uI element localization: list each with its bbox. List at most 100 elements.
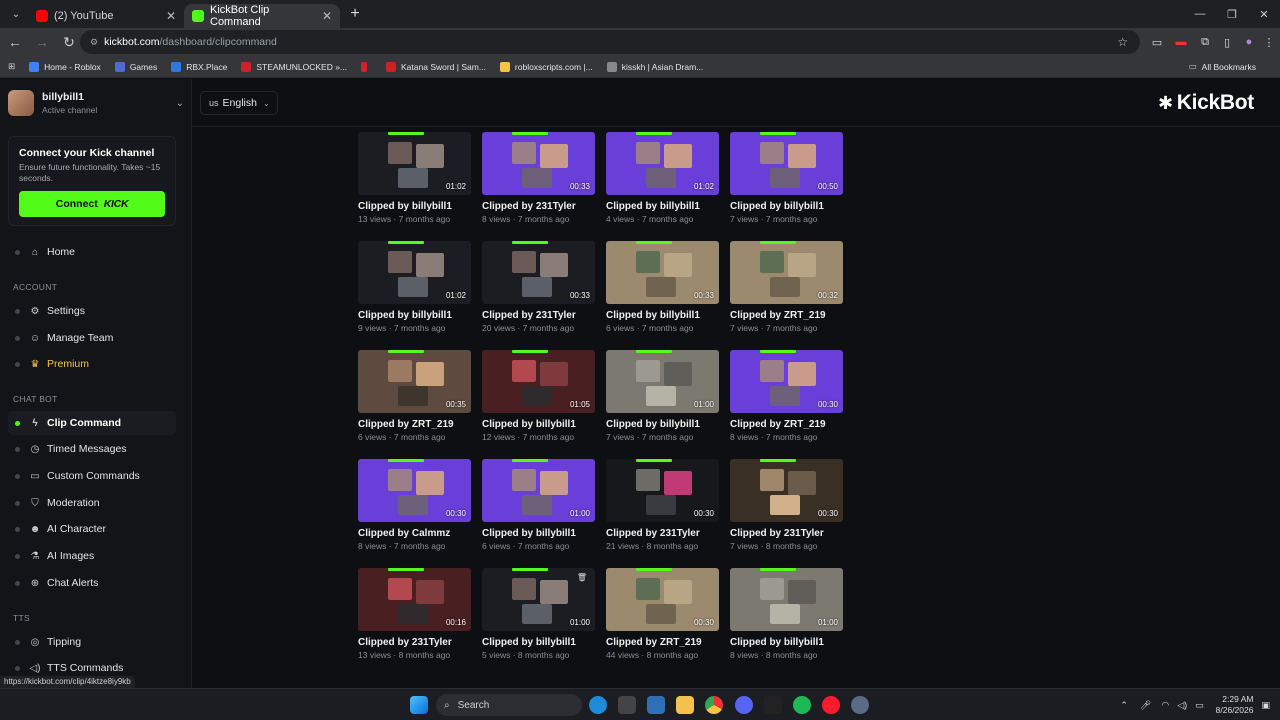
settings-icon[interactable] (851, 696, 869, 714)
clip-thumbnail[interactable]: 01:00 (606, 350, 719, 413)
extension-icon[interactable]: ▭ (1146, 28, 1168, 56)
clip-thumbnail[interactable]: 00:33 (482, 132, 595, 195)
clip-thumbnail[interactable]: 00:30 (730, 459, 843, 522)
clip-card[interactable]: 00:30 Clipped by 231Tyler 21 views · 8 mon… (606, 459, 719, 568)
close-tab-icon[interactable]: ✕ (166, 9, 176, 23)
clip-thumbnail[interactable]: 00:33 (482, 241, 595, 304)
sidebar-item-ai-images[interactable]: ⚗ AI Images (8, 544, 176, 568)
taskbar-search[interactable]: ⌕ Search (436, 694, 582, 716)
clip-title[interactable]: Clipped by 231Tyler (730, 528, 843, 539)
notifications-icon[interactable]: ▣ (1261, 700, 1270, 711)
clip-card[interactable]: 00:35 Clipped by ZRT_219 6 views · 7 month… (358, 350, 471, 459)
file-explorer-icon[interactable] (676, 696, 694, 714)
clip-card[interactable]: 01:02 Clipped by billybill1 13 views · 7 m… (358, 132, 471, 241)
sidebar-item-manage-team[interactable]: ☺ Manage Team (8, 326, 176, 350)
discord-icon[interactable] (735, 696, 753, 714)
bookmark-item[interactable]: kisskh | Asian Dram... (606, 61, 703, 72)
clip-thumbnail[interactable]: 01:02 (358, 241, 471, 304)
clip-title[interactable]: Clipped by Calmmz (358, 528, 471, 539)
close-window-icon[interactable]: ✕ (1248, 0, 1280, 28)
sidebar-item-moderation[interactable]: ⛉ Moderation (8, 491, 176, 515)
sidebar-item-tipping[interactable]: ◎ Tipping (8, 630, 176, 654)
clip-title[interactable]: Clipped by billybill1 (358, 201, 471, 212)
new-tab-icon[interactable]: + (344, 3, 366, 25)
battery-icon[interactable]: ▭ (1195, 700, 1204, 711)
clip-title[interactable]: Clipped by billybill1 (358, 310, 471, 321)
clip-thumbnail[interactable]: 01:02 (606, 132, 719, 195)
bookmark-item[interactable]: RBX.Place (171, 61, 227, 72)
language-select[interactable]: us English ⌄ (200, 91, 278, 115)
extensions-puzzle-icon[interactable]: ⧉ (1194, 28, 1216, 56)
clip-title[interactable]: Clipped by 231Tyler (606, 528, 719, 539)
connect-kick-button[interactable]: Connect KICK (19, 191, 165, 217)
bookmark-item[interactable] (361, 61, 372, 72)
windows-start-icon[interactable] (410, 696, 428, 714)
kickbot-logo[interactable]: ✱ KickBot (1158, 91, 1254, 115)
clip-title[interactable]: Clipped by billybill1 (730, 201, 843, 212)
clip-card[interactable]: 00:30 Clipped by 231Tyler 7 views · 8 mont… (730, 459, 843, 568)
clip-thumbnail[interactable]: 01:00 (730, 568, 843, 631)
app-icon[interactable] (618, 696, 636, 714)
sidepanel-icon[interactable]: ▯ (1216, 28, 1238, 56)
clip-thumbnail[interactable]: 00:35 (358, 350, 471, 413)
sidebar-item-timed-messages[interactable]: ◷ Timed Messages (8, 437, 176, 461)
clip-card[interactable]: 01:00 Clipped by billybill1 8 views · 8 mo… (730, 568, 843, 677)
bookmark-star-icon[interactable]: ☆ (1117, 35, 1128, 49)
clip-thumbnail[interactable]: 00:16 (358, 568, 471, 631)
profile-avatar-icon[interactable]: ● (1238, 28, 1260, 56)
clip-card[interactable]: 🗑︎ 01:00 Clipped by billybill1 5 views · 8 … (482, 568, 595, 677)
clip-card[interactable]: 00:50 Clipped by billybill1 7 views · 7 mo… (730, 132, 843, 241)
clip-title[interactable]: Clipped by billybill1 (482, 528, 595, 539)
store-icon[interactable] (647, 696, 665, 714)
clip-card[interactable]: 01:00 Clipped by billybill1 6 views · 7 mo… (482, 459, 595, 568)
clip-thumbnail[interactable]: 01:00 (482, 459, 595, 522)
tab-search-icon[interactable]: ⌄ (4, 3, 28, 25)
clip-card[interactable]: 01:05 Clipped by billybill1 12 views · 7 m… (482, 350, 595, 459)
clip-title[interactable]: Clipped by ZRT_219 (606, 637, 719, 648)
clip-thumbnail[interactable]: 🗑︎ 01:00 (482, 568, 595, 631)
volume-icon[interactable]: ◁) (1177, 700, 1187, 711)
clip-thumbnail[interactable]: 00:30 (606, 568, 719, 631)
clip-title[interactable]: Clipped by 231Tyler (358, 637, 471, 648)
clip-title[interactable]: Clipped by 231Tyler (482, 201, 595, 212)
clip-title[interactable]: Clipped by billybill1 (606, 310, 719, 321)
bookmark-item[interactable]: robloxscripts.com |... (499, 61, 593, 72)
bookmark-item[interactable]: Katana Sword | Sam... (386, 61, 486, 72)
tab-kickbot[interactable]: KickBot Clip Command ✕ (184, 4, 340, 28)
clip-card[interactable]: 00:16 Clipped by 231Tyler 13 views · 8 mon… (358, 568, 471, 677)
clip-title[interactable]: Clipped by ZRT_219 (730, 310, 843, 321)
sidebar-item-ai-character[interactable]: ☻ AI Character (8, 517, 176, 541)
clip-thumbnail[interactable]: 00:30 (606, 459, 719, 522)
clip-title[interactable]: Clipped by billybill1 (606, 419, 719, 430)
sidebar-item-premium[interactable]: ♛ Premium (8, 352, 176, 376)
clip-card[interactable]: 01:02 Clipped by billybill1 4 views · 7 mo… (606, 132, 719, 241)
forward-icon[interactable]: → (30, 30, 54, 54)
site-info-icon[interactable]: ⚙ (90, 37, 98, 48)
browser-menu-icon[interactable]: ⋮ (1258, 28, 1280, 56)
clip-card[interactable]: 00:33 Clipped by billybill1 6 views · 7 mo… (606, 241, 719, 350)
sidebar-item-clip-command[interactable]: ϟ Clip Command (8, 411, 176, 435)
clip-title[interactable]: Clipped by billybill1 (606, 201, 719, 212)
clip-card[interactable]: 00:32 Clipped by ZRT_219 7 views · 7 month… (730, 241, 843, 350)
clip-title[interactable]: Clipped by billybill1 (482, 419, 595, 430)
reload-icon[interactable]: ↻ (57, 30, 81, 54)
clip-title[interactable]: Clipped by billybill1 (482, 637, 595, 648)
apps-grid-icon[interactable]: ⊞ (8, 61, 15, 72)
clip-thumbnail[interactable]: 00:30 (730, 350, 843, 413)
bookmark-item[interactable]: STEAMUNLOCKED »... (241, 61, 347, 72)
clip-thumbnail[interactable]: 00:30 (358, 459, 471, 522)
bookmark-item[interactable]: Home - Roblox (29, 61, 101, 72)
clip-title[interactable]: Clipped by billybill1 (730, 637, 843, 648)
wifi-icon[interactable]: ◠ (1161, 700, 1169, 711)
restore-icon[interactable]: ❐ (1216, 0, 1248, 28)
clip-card[interactable]: 00:30 Clipped by Calmmz 8 views · 7 months… (358, 459, 471, 568)
trash-icon[interactable]: 🗑︎ (577, 573, 587, 582)
clip-card[interactable]: 00:33 Clipped by 231Tyler 20 views · 7 mon… (482, 241, 595, 350)
clip-thumbnail[interactable]: 01:02 (358, 132, 471, 195)
clip-card[interactable]: 00:33 Clipped by 231Tyler 8 views · 7 mont… (482, 132, 595, 241)
channel-switcher[interactable]: billybill1 Active channel ⌄ (8, 87, 184, 119)
opera-icon[interactable] (822, 696, 840, 714)
chevron-up-icon[interactable]: ⌃ (1120, 700, 1128, 711)
clip-card[interactable]: 01:02 Clipped by billybill1 9 views · 7 mo… (358, 241, 471, 350)
spotify-icon[interactable] (793, 696, 811, 714)
